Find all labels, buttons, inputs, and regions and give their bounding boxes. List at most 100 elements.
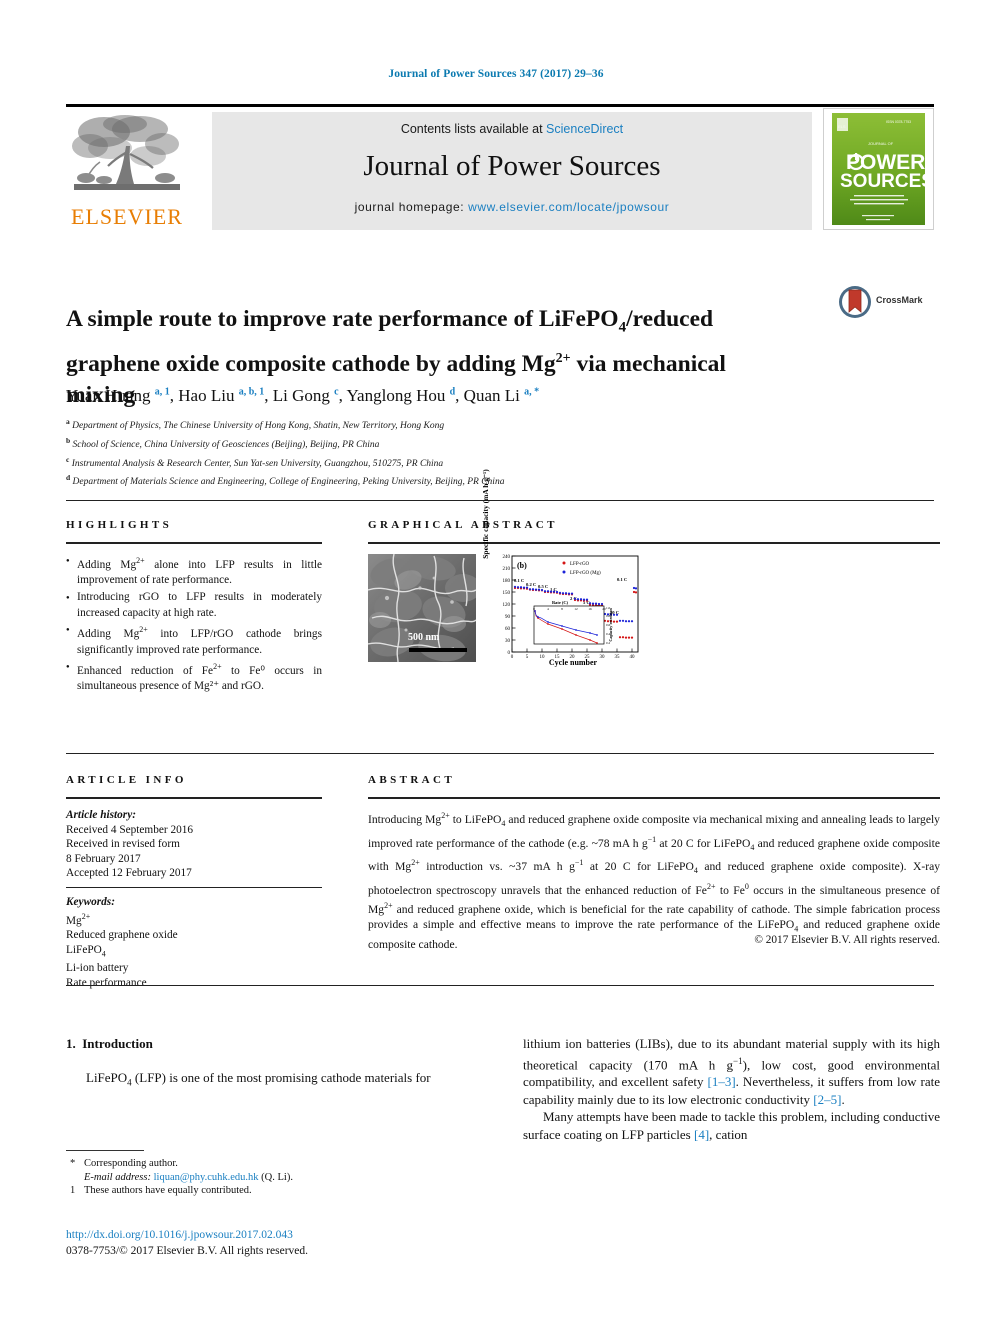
article-info-rule [66, 797, 322, 799]
intro-paragraph: Many attempts have been made to tackle t… [523, 1108, 940, 1143]
highlight-pre: Enhanced reduction of Fe [77, 664, 214, 677]
highlights-list: Adding Mg2+ alone into LFP results in li… [66, 553, 322, 696]
introduction-column-left: 1. Introduction LiFePO4 (LFP) is one of … [66, 1035, 466, 1092]
svg-text:JOURNAL OF: JOURNAL OF [868, 141, 894, 146]
svg-text:0.5 C: 0.5 C [538, 584, 548, 589]
svg-text:12: 12 [574, 607, 578, 611]
crossmark-label: CrossMark [876, 295, 923, 305]
abstract-copyright: © 2017 Elsevier B.V. All rights reserved… [754, 934, 940, 946]
keyword-item: LiFePO4 [66, 943, 106, 958]
author-marks[interactable]: a, b, 1 [239, 386, 265, 397]
sciencedirect-link[interactable]: ScienceDirect [546, 122, 623, 136]
highlights-heading: HIGHLIGHTS [66, 519, 173, 531]
author-marks[interactable]: a, * [524, 386, 539, 397]
highlight-item: Enhanced reduction of Fe2+ to Fe⁰ occurs… [66, 659, 322, 695]
article-history-block: Article history: Received 4 September 20… [66, 808, 322, 881]
keywords-block: Keywords: Mg2+ Reduced graphene oxide Li… [66, 895, 322, 991]
citation-link[interactable]: [1–3] [708, 1074, 736, 1089]
keyword-item: Reduced graphene oxide [66, 928, 178, 941]
intro-seg: , cation [709, 1126, 748, 1142]
homepage-url[interactable]: www.elsevier.com/locate/jpowsour [468, 200, 669, 214]
svg-text:LFP-rGO: LFP-rGO [570, 562, 590, 567]
affiliation-text: Department of Materials Science and Engi… [72, 477, 505, 488]
divider-above-abstract [66, 753, 934, 754]
affiliation-text: Instrumental Analysis & Research Center,… [71, 458, 444, 469]
svg-text:0.1 C: 0.1 C [617, 577, 627, 582]
svg-text:0.1 C: 0.1 C [514, 578, 524, 583]
article-page: Journal of Power Sources 347 (2017) 29–3… [0, 0, 992, 1323]
author-sep: , [169, 386, 179, 405]
introduction-column-right: lithium ion batteries (LIBs), due to its… [523, 1035, 940, 1143]
affiliation-list: a Department of Physics, The Chinese Uni… [66, 415, 886, 490]
sem-scalebar-label: 500 nm [408, 632, 440, 643]
keyword-item: Mg2+ [66, 911, 91, 927]
citation-link[interactable]: [4] [694, 1127, 709, 1142]
svg-text:90: 90 [505, 615, 511, 620]
svg-text:LFP-rGO (Mg): LFP-rGO (Mg) [570, 571, 601, 576]
affiliation-mark: b [66, 435, 71, 445]
highlight-sup: 2+ [136, 556, 145, 565]
abstract-seg: at 20 C for LiFePO [656, 836, 751, 850]
journal-title: Journal of Power Sources [363, 150, 661, 182]
article-history-label: Article history: [66, 809, 136, 821]
divider-below-abstract [66, 985, 934, 986]
svg-text:0.2: 0.2 [606, 641, 611, 645]
svg-text:Rate (C): Rate (C) [552, 600, 569, 605]
affiliation-item: c Instrumental Analysis & Research Cente… [66, 453, 886, 472]
homepage-prefix: journal homepage: [354, 200, 469, 214]
svg-text:ISSN 0378-7753: ISSN 0378-7753 [886, 120, 911, 124]
svg-text:0.6: 0.6 [606, 623, 611, 627]
running-head: Journal of Power Sources 347 (2017) 29–3… [388, 68, 604, 80]
issn-copyright-line: 0378-7753/© 2017 Elsevier B.V. All right… [66, 1245, 309, 1257]
author-item: Yanglong Hou d, [346, 386, 463, 405]
author-item: Yuan Huang a, 1, [66, 386, 178, 405]
chart-y-axis-label: Specific capacity (mA h g⁻¹) [481, 469, 490, 559]
abstract-sup: −1 [647, 834, 657, 844]
section-number: 1. [66, 1036, 76, 1051]
intro-paragraph: LiFePO4 (LFP) is one of the most promisi… [66, 1069, 466, 1092]
highlight-item: Adding Mg2+ into LFP/rGO cathode brings … [66, 622, 322, 658]
svg-text:1.0: 1.0 [606, 606, 611, 610]
svg-text:150: 150 [503, 591, 511, 596]
section-title: Introduction [82, 1036, 153, 1051]
author-name: Yanglong Hou [346, 386, 446, 405]
chart-svg: 0 30 60 90 120 150 180 210 240 0 5 10 15… [503, 555, 639, 660]
crossmark-badge[interactable]: CrossMark [838, 285, 938, 319]
title-sub-1: 4 [618, 319, 627, 336]
sem-scalebar-line [409, 648, 467, 652]
email-link[interactable]: liquan@phy.cuhk.edu.hk [154, 1172, 259, 1183]
contents-prefix: Contents lists available at [400, 122, 547, 136]
intro-seg: LiFePO [86, 1069, 128, 1085]
affiliation-text: Department of Physics, The Chinese Unive… [72, 421, 445, 432]
highlight-pre: Adding Mg [77, 627, 140, 640]
affiliation-item: d Department of Materials Science and En… [66, 471, 886, 490]
author-marks[interactable]: a, 1 [155, 386, 170, 397]
svg-text:30: 30 [505, 639, 511, 644]
footnote-rule [66, 1150, 144, 1151]
article-history-line: Received in revised form [66, 838, 180, 851]
masthead-panel: Contents lists available at ScienceDirec… [212, 112, 812, 230]
keywords-rule [66, 887, 322, 888]
section-heading: 1. Introduction [66, 1035, 466, 1053]
citation-link[interactable]: [2–5] [813, 1092, 841, 1107]
abstract-sup: 2+ [441, 811, 450, 820]
affiliation-text: School of Science, China University of G… [72, 439, 380, 450]
svg-text:4: 4 [547, 607, 549, 611]
journal-cover-thumbnail: ELS ISSN 0378-7753 JOURNAL OF POWER SOUR… [823, 108, 934, 230]
masthead-top-rule [66, 104, 934, 107]
crossmark-icon [839, 286, 871, 318]
doi-link[interactable]: http://dx.doi.org/10.1016/j.jpowsour.201… [66, 1229, 293, 1241]
svg-text:SOURCES: SOURCES [840, 171, 933, 192]
footnote-equal-contribution: 1 These authors have equally contributed… [66, 1184, 466, 1198]
highlight-item: Introducing rGO to LFP results in modera… [66, 590, 322, 621]
journal-masthead: ELSEVIER Contents lists available at Sci… [66, 104, 934, 230]
abstract-sup: 2+ [384, 901, 393, 910]
intro-seg: . [841, 1091, 845, 1107]
abstract-seg: Introducing Mg [368, 812, 442, 826]
author-name: Li Gong [272, 386, 330, 405]
intro-paragraph: lithium ion batteries (LIBs), due to its… [523, 1035, 940, 1108]
title-sup-1: 2+ [555, 351, 571, 367]
intro-seg: (LFP) is one of the most promising catho… [131, 1069, 431, 1085]
author-item: Hao Liu a, b, 1, [178, 386, 273, 405]
highlight-sup: 2+ [139, 625, 148, 635]
